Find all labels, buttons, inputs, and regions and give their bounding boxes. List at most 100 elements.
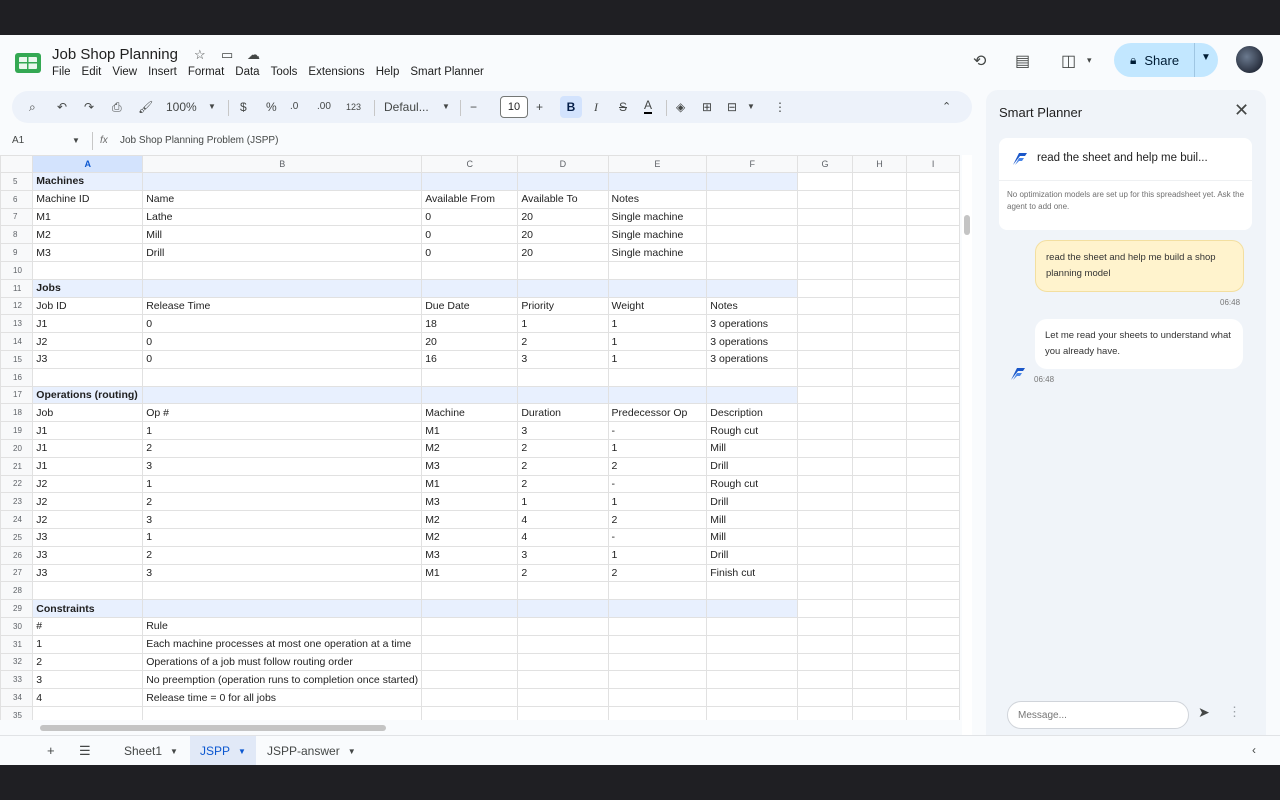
row-header[interactable]: 25 (0, 527, 34, 547)
cell[interactable] (797, 207, 853, 227)
row-header[interactable]: 19 (0, 421, 34, 440)
cell[interactable] (797, 243, 853, 262)
cell[interactable]: M1 (32, 207, 144, 227)
cell[interactable] (797, 278, 853, 298)
row-header[interactable]: 21 (0, 456, 34, 476)
column-header[interactable]: G (797, 155, 853, 173)
collapse-toolbar-icon[interactable]: ⌃ (942, 99, 951, 115)
row-header[interactable]: 34 (0, 688, 34, 707)
cell[interactable]: Rough cut (706, 474, 799, 494)
cell[interactable]: - (607, 474, 708, 494)
cell[interactable]: - (607, 421, 708, 440)
cell[interactable] (706, 189, 799, 209)
cell[interactable]: Machines (32, 172, 144, 191)
cell[interactable] (851, 225, 908, 245)
cell[interactable]: 3 operations (706, 349, 799, 369)
cell[interactable]: 2 (607, 563, 708, 583)
cell[interactable] (797, 456, 853, 476)
cell[interactable] (851, 438, 908, 458)
cell[interactable] (797, 705, 853, 720)
menu-help[interactable]: Help (376, 66, 400, 78)
cell[interactable]: M3 (421, 545, 519, 565)
add-sheet-icon[interactable]: + (47, 743, 55, 758)
cell[interactable] (607, 652, 708, 672)
sheet-tab-jspp-answer[interactable]: JSPP-answer ▼ (257, 736, 366, 765)
increase-font-size-icon[interactable]: + (536, 99, 543, 115)
cell[interactable] (851, 688, 908, 707)
cell[interactable] (797, 652, 853, 672)
cell[interactable] (421, 705, 519, 720)
cell[interactable] (851, 634, 908, 654)
cell[interactable] (421, 581, 519, 601)
cell[interactable] (906, 207, 960, 227)
chevron-down-icon[interactable]: ▼ (170, 747, 178, 756)
decrease-font-size-icon[interactable]: − (470, 99, 477, 115)
cell[interactable] (851, 260, 908, 280)
cell[interactable]: J1 (32, 421, 144, 440)
cell[interactable] (851, 456, 908, 476)
cell[interactable] (421, 652, 519, 672)
sheets-logo-icon[interactable] (14, 51, 42, 75)
cell[interactable]: 2 (142, 492, 423, 512)
cell[interactable] (906, 492, 960, 512)
italic-icon[interactable]: I (594, 99, 598, 115)
cell[interactable]: 2 (517, 563, 609, 583)
cell[interactable]: Rule (142, 616, 423, 636)
cell[interactable]: 0 (421, 243, 519, 262)
cell[interactable] (851, 474, 908, 494)
cell[interactable]: Notes (706, 296, 799, 316)
cell[interactable] (906, 189, 960, 209)
cell[interactable]: Rough cut (706, 421, 799, 440)
task-card[interactable]: read the sheet and help me buil... No op… (999, 138, 1252, 230)
cell[interactable]: 0 (421, 225, 519, 245)
row-header[interactable]: 35 (0, 705, 34, 720)
menu-smart-planner[interactable]: Smart Planner (410, 66, 484, 78)
cell[interactable]: 1 (142, 421, 423, 440)
cell[interactable] (421, 260, 519, 280)
cell[interactable] (797, 688, 853, 707)
row-header[interactable]: 18 (0, 403, 34, 423)
cell[interactable] (32, 260, 144, 280)
row-header[interactable]: 10 (0, 260, 34, 280)
cell[interactable] (851, 421, 908, 440)
cell[interactable]: 1 (607, 332, 708, 351)
cell[interactable]: M2 (32, 225, 144, 245)
cell[interactable] (706, 599, 799, 618)
vertical-scrollbar[interactable] (962, 155, 972, 745)
cell[interactable] (797, 172, 853, 191)
cell[interactable]: Constraints (32, 599, 144, 618)
cell[interactable] (851, 670, 908, 690)
cell[interactable] (797, 189, 853, 209)
cell[interactable] (797, 527, 853, 547)
row-header[interactable]: 23 (0, 492, 34, 512)
bold-icon[interactable]: B (560, 96, 582, 118)
cell[interactable] (607, 278, 708, 298)
select-all-corner[interactable] (0, 155, 34, 173)
cell[interactable] (906, 474, 960, 494)
cell[interactable]: 3 (32, 670, 144, 690)
cell[interactable] (906, 545, 960, 565)
row-header[interactable]: 22 (0, 474, 34, 494)
cell[interactable] (906, 225, 960, 245)
menu-data[interactable]: Data (235, 66, 259, 78)
row-header[interactable]: 17 (0, 385, 34, 405)
cell[interactable] (142, 581, 423, 601)
cell[interactable] (851, 705, 908, 720)
cell[interactable] (851, 172, 908, 191)
cell[interactable] (797, 403, 853, 423)
name-box-chevron-icon[interactable]: ▼ (72, 136, 80, 145)
cell[interactable] (851, 278, 908, 298)
cell[interactable]: 0 (142, 332, 423, 351)
cell[interactable] (906, 599, 960, 618)
cell[interactable]: 1 (607, 438, 708, 458)
cell[interactable] (797, 332, 853, 351)
cell[interactable] (906, 670, 960, 690)
cell[interactable]: 2 (142, 545, 423, 565)
cell[interactable] (517, 652, 609, 672)
decrease-decimal-button[interactable]: .0 (290, 99, 298, 115)
cell[interactable] (607, 616, 708, 636)
cell[interactable]: 3 (517, 349, 609, 369)
cell[interactable]: 1 (517, 314, 609, 334)
cell[interactable]: J1 (32, 314, 144, 334)
cell[interactable] (706, 705, 799, 720)
